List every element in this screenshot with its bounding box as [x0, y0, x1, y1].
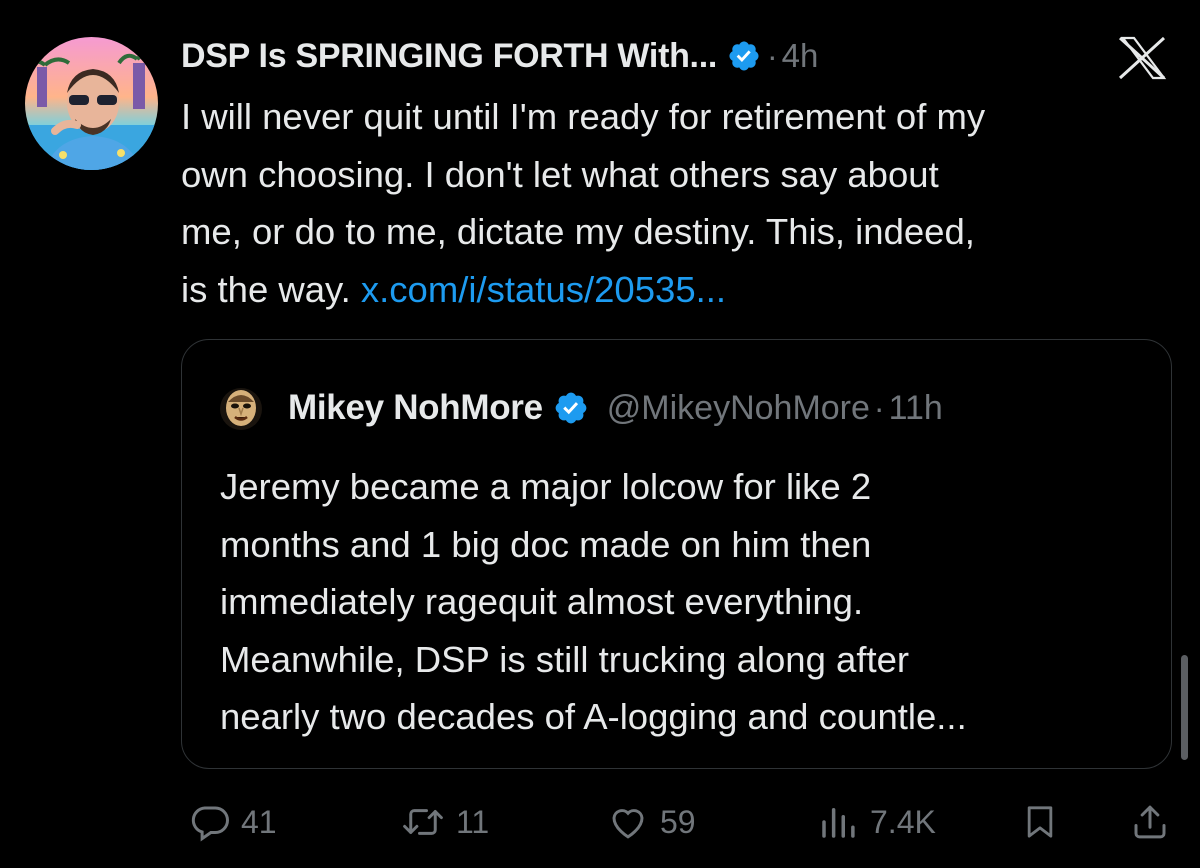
status-link[interactable]: x.com/i/status/20535... — [361, 269, 726, 310]
tweet-text-line: is the way. — [181, 268, 361, 310]
separator-dot: · — [873, 389, 885, 426]
views-chart-icon — [822, 808, 855, 838]
share-button[interactable] — [1129, 790, 1171, 854]
quoted-author-name[interactable]: Mikey NohMore — [288, 388, 543, 428]
tweet-text-line: me, or do to me, dictate my destiny. Thi… — [181, 211, 975, 252]
quoted-author-handle[interactable]: @MikeyNohMore — [607, 389, 870, 428]
views-count: 7.4K — [870, 803, 936, 840]
reply-button[interactable]: 41 — [189, 790, 277, 854]
tweet-text-line: I will never quit until I'm ready for re… — [181, 96, 986, 137]
reply-count: 41 — [241, 803, 277, 840]
author-name[interactable]: DSP Is SPRINGING FORTH With... — [181, 37, 717, 76]
separator-dot: · — [767, 37, 778, 74]
quoted-text-line: Jeremy became a major lolcow for like 2 — [220, 466, 872, 507]
like-button[interactable]: 59 — [606, 790, 696, 854]
heart-icon — [612, 809, 644, 839]
quoted-text-line: nearly two decades of A-logging and coun… — [220, 696, 967, 737]
quoted-tweet-timestamp[interactable]: 11h — [889, 389, 943, 428]
reply-icon — [191, 806, 229, 842]
x-logo-icon[interactable] — [1114, 36, 1170, 80]
repost-count: 11 — [456, 803, 490, 840]
verified-badge-icon[interactable] — [727, 39, 761, 73]
tweet-text-line: own choosing. I don't let what others sa… — [181, 153, 939, 195]
quoted-tweet-text: Jeremy became a major lolcow for like 2 … — [220, 458, 1160, 746]
quoted-text-line: Meanwhile, DSP is still trucking along a… — [220, 638, 910, 680]
author-avatar[interactable] — [25, 37, 158, 170]
quoted-text-line: immediately ragequit almost everything. — [220, 581, 864, 622]
quoted-text-line: months and 1 big doc made on him then — [220, 523, 872, 565]
repost-button[interactable]: 11 — [400, 790, 489, 854]
repost-icon — [403, 809, 443, 835]
verified-badge-icon[interactable] — [553, 390, 589, 426]
views-button[interactable]: 7.4K — [816, 790, 936, 854]
tweet-action-bar: 41 11 59 7.4K — [0, 790, 1200, 854]
quoted-author-avatar[interactable] — [220, 388, 262, 430]
tweet-header: DSP Is SPRINGING FORTH With... · 4h — [181, 28, 818, 84]
tweet-text: I will never quit until I'm ready for re… — [181, 88, 1181, 318]
like-count: 59 — [660, 803, 696, 840]
share-icon — [1134, 805, 1166, 839]
tweet-timestamp[interactable]: 4h — [782, 37, 819, 75]
bookmark-button[interactable] — [1020, 790, 1060, 854]
quoted-tweet-header: Mikey NohMore @MikeyNohMore · 11h — [288, 380, 943, 436]
bookmark-icon — [1027, 806, 1053, 838]
scrollbar-thumb[interactable] — [1181, 655, 1188, 760]
quoted-tweet-card[interactable]: Mikey NohMore @MikeyNohMore · 11h Jeremy… — [181, 339, 1172, 769]
